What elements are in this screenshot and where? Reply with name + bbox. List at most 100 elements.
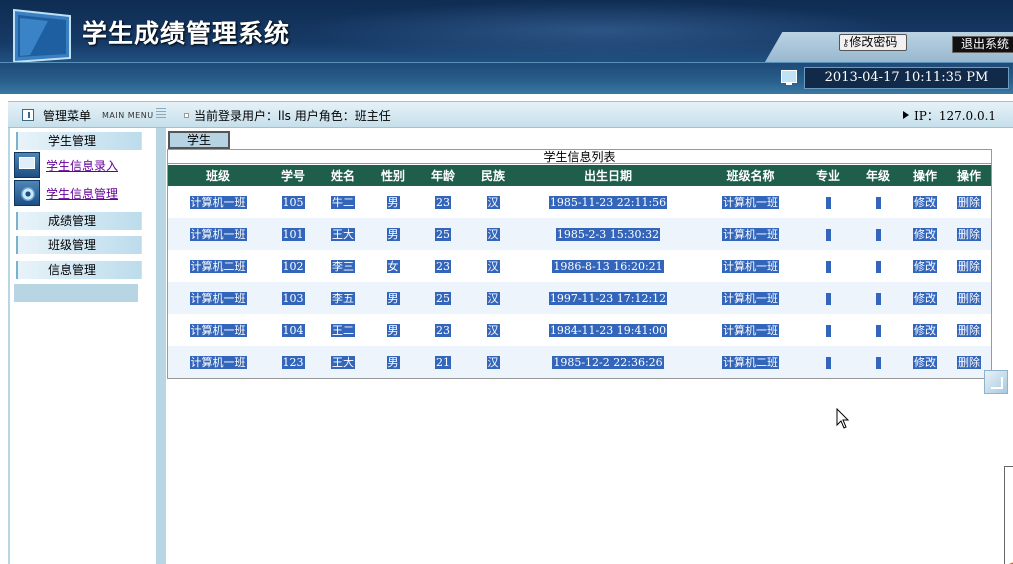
cell-grade-marker xyxy=(875,260,881,273)
col-header-major: 专业 xyxy=(803,165,853,186)
cell-birth-text: 1985-12-2 22:36:26 xyxy=(552,355,664,369)
cell-gender: 男 xyxy=(368,314,418,346)
edit-link[interactable]: 修改 xyxy=(913,292,937,305)
cell-grade xyxy=(853,282,903,314)
cell-age-text: 25 xyxy=(435,291,451,305)
cell-ethnic: 汉 xyxy=(468,282,518,314)
table-row[interactable]: 计算机一班 103 李五 男 25 汉 1997-11-23 17:12:12 计算机一班 修改… xyxy=(168,282,991,314)
sidebar-link-student-entry[interactable]: 学生信息录入 xyxy=(46,157,118,174)
cell-major-marker xyxy=(825,260,831,273)
cell-gender: 男 xyxy=(368,218,418,250)
cell-ethnic: 汉 xyxy=(468,186,518,218)
edit-link[interactable]: 修改 xyxy=(913,228,937,241)
gear-icon xyxy=(14,180,40,206)
cell-major xyxy=(803,250,853,282)
cell-edit-link: 修改 xyxy=(903,186,947,218)
sidebar-item-student-manage[interactable]: 学生信息管理 xyxy=(14,180,140,206)
cell-major xyxy=(803,282,853,314)
table-row[interactable]: 计算机二班 102 李三 女 23 汉 1986-8-13 16:20:21 计算机一班 修改 删… xyxy=(168,250,991,282)
cell-birth: 1986-8-13 16:20:21 xyxy=(518,250,698,282)
sidebar-divider[interactable] xyxy=(156,128,166,564)
cell-grade xyxy=(853,250,903,282)
cell-ethnic-text: 汉 xyxy=(486,356,500,369)
cell-ethnic: 汉 xyxy=(468,314,518,346)
table-row[interactable]: 计算机一班 105 牛二 男 23 汉 1985-11-23 22:11:56 计算机一班 修改… xyxy=(168,186,991,218)
delete-link[interactable]: 删除 xyxy=(957,196,981,209)
cell-age: 25 xyxy=(418,218,468,250)
cell-id-text: 123 xyxy=(281,355,305,369)
cell-major-marker xyxy=(825,324,831,337)
cell-age-text: 23 xyxy=(435,259,451,273)
sidebar-section-student[interactable]: 学生管理 xyxy=(16,132,142,150)
cell-ethnic-text: 汉 xyxy=(486,228,500,241)
cell-id: 105 xyxy=(268,186,318,218)
cell-id-text: 103 xyxy=(281,291,305,305)
cell-gender-text: 男 xyxy=(386,356,400,369)
bullet-icon xyxy=(184,113,189,118)
delete-link[interactable]: 删除 xyxy=(957,324,981,337)
cell-class-name-text: 计算机一班 xyxy=(722,260,779,273)
cell-ethnic: 汉 xyxy=(468,250,518,282)
cell-name-text: 李五 xyxy=(331,292,355,305)
cell-class-name: 计算机一班 xyxy=(698,186,803,218)
cell-birth-text: 1997-11-23 17:12:12 xyxy=(548,291,668,305)
cell-age-text: 23 xyxy=(435,195,451,209)
cell-class-text: 计算机一班 xyxy=(189,324,247,337)
edit-link[interactable]: 修改 xyxy=(913,260,937,273)
cell-grade-marker xyxy=(875,292,881,305)
cell-birth: 1997-11-23 17:12:12 xyxy=(518,282,698,314)
edit-link[interactable]: 修改 xyxy=(913,324,937,337)
grip-icon[interactable] xyxy=(156,108,166,120)
cell-gender-text: 男 xyxy=(386,292,400,305)
cell-birth: 1985-12-2 22:36:26 xyxy=(518,346,698,378)
delete-link[interactable]: 删除 xyxy=(957,228,981,241)
ip-info: IP：127.0.0.1 xyxy=(914,109,997,123)
delete-link[interactable]: 删除 xyxy=(957,260,981,273)
col-header-grade: 年级 xyxy=(853,165,903,186)
table-row[interactable]: 计算机一班 104 王二 男 23 汉 1984-11-23 19:41:00 计算机一班 修改… xyxy=(168,314,991,346)
sidebar-section-score[interactable]: 成绩管理 xyxy=(16,212,142,230)
edit-link[interactable]: 修改 xyxy=(913,356,937,369)
sidebar-footer xyxy=(14,284,138,302)
cell-name-text: 牛二 xyxy=(331,196,355,209)
cell-gender: 男 xyxy=(368,346,418,378)
table-row[interactable]: 计算机一班 101 王大 男 25 汉 1985-2-3 15:30:32 计算机一班 修改 删除 xyxy=(168,218,991,250)
cell-class: 计算机一班 xyxy=(168,186,268,218)
delete-link[interactable]: 删除 xyxy=(957,356,981,369)
cell-age: 21 xyxy=(418,346,468,378)
table-row[interactable]: 计算机一班 123 王大 男 21 汉 1985-12-2 22:36:26 计算机二班 修改 删… xyxy=(168,346,991,378)
cell-birth: 1985-11-23 22:11:56 xyxy=(518,186,698,218)
app-title: 学生成绩管理系统 xyxy=(82,19,291,48)
cell-name-text: 王大 xyxy=(331,228,355,241)
cell-id: 102 xyxy=(268,250,318,282)
col-header-id: 学号 xyxy=(268,165,318,186)
cell-class: 计算机一班 xyxy=(168,218,268,250)
change-password-label: 修改密码 xyxy=(849,35,898,49)
cell-birth-text: 1985-11-23 22:11:56 xyxy=(548,195,668,209)
cell-major xyxy=(803,218,853,250)
sidebar-section-info[interactable]: 信息管理 xyxy=(16,261,142,279)
maximize-icon[interactable] xyxy=(984,370,1008,394)
exit-button[interactable]: 退出系统 xyxy=(952,36,1013,53)
cell-name: 牛二 xyxy=(318,186,368,218)
edit-link[interactable]: 修改 xyxy=(913,196,937,209)
cell-name: 王大 xyxy=(318,218,368,250)
change-password-button[interactable]: ⚷修改密码 xyxy=(839,34,907,51)
cell-major xyxy=(803,314,853,346)
tab-student[interactable]: 学生 xyxy=(168,131,230,149)
cell-delete-link: 删除 xyxy=(947,282,991,314)
sidebar-link-student-manage[interactable]: 学生信息管理 xyxy=(46,185,118,202)
cell-class-text: 计算机一班 xyxy=(189,292,247,305)
cell-age: 23 xyxy=(418,314,468,346)
cell-delete-link: 删除 xyxy=(947,218,991,250)
sidebar-section-class[interactable]: 班级管理 xyxy=(16,236,142,254)
delete-link[interactable]: 删除 xyxy=(957,292,981,305)
sidebar-item-student-entry[interactable]: 学生信息录入 xyxy=(14,152,140,178)
cell-grade-marker xyxy=(875,356,881,369)
col-header-name: 姓名 xyxy=(318,165,368,186)
cell-gender-text: 男 xyxy=(386,196,400,209)
cell-id: 103 xyxy=(268,282,318,314)
main-content: 学生 学生信息列表 班级 学号 姓名 性别 年龄 民族 出生日期 班级名称 专业 xyxy=(166,128,1013,564)
col-header-birth: 出生日期 xyxy=(518,165,698,186)
cell-id: 104 xyxy=(268,314,318,346)
